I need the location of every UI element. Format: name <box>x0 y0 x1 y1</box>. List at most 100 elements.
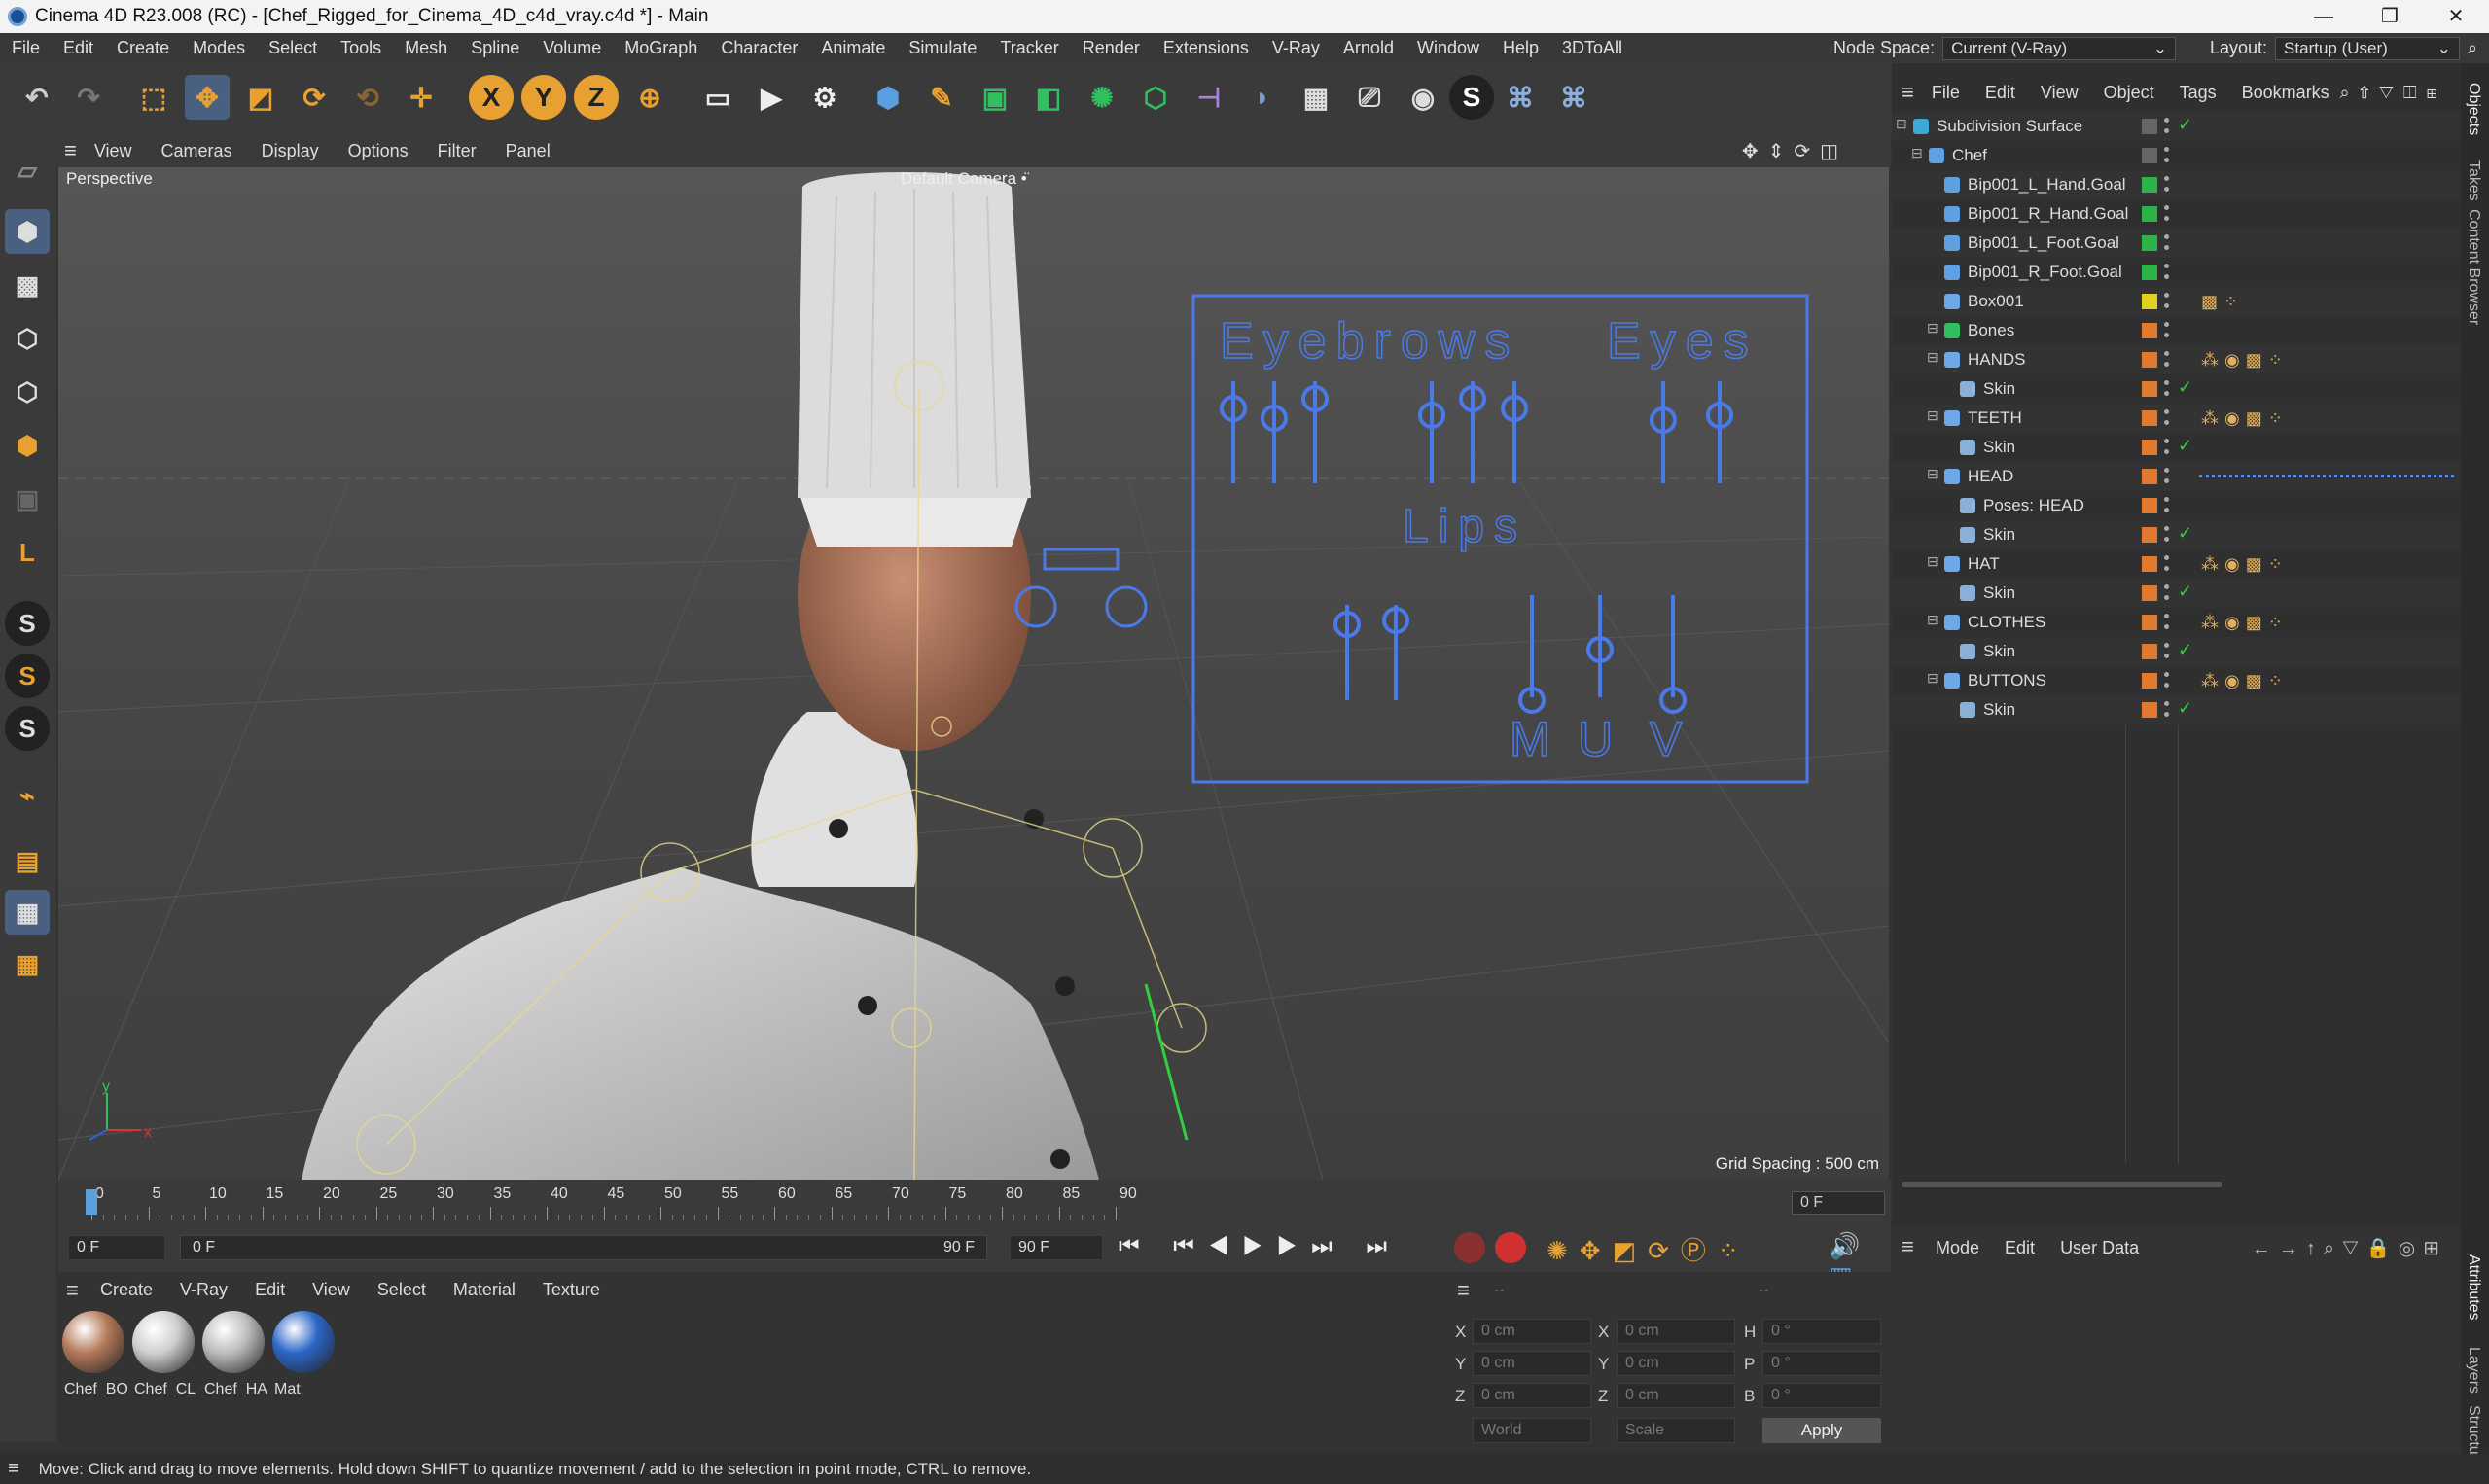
viewport-nav-icons[interactable]: ✥⇕⟳◫ <box>1742 139 1848 163</box>
editor-visibility-dot[interactable] <box>2164 205 2169 210</box>
axis-mode-icon[interactable]: L <box>5 530 50 575</box>
object-menu-file[interactable]: File <box>1932 83 1960 103</box>
editor-visibility-dot[interactable] <box>2164 439 2169 443</box>
render-visibility-dot[interactable] <box>2164 303 2169 308</box>
menu-window[interactable]: Window <box>1405 38 1491 58</box>
editor-visibility-dot[interactable] <box>2164 614 2169 618</box>
hamburger-icon[interactable]: ≡ <box>1457 1278 1470 1303</box>
object-name[interactable]: Bones <box>1968 321 2014 340</box>
tab-content-browser[interactable]: Content Browser <box>2465 209 2482 325</box>
editor-visibility-dot[interactable] <box>2164 380 2169 385</box>
material-menu-v-ray[interactable]: V-Ray <box>180 1280 228 1300</box>
object-name[interactable]: Bip001_L_Hand.Goal <box>1968 175 2126 194</box>
tree-expander[interactable]: ⊟ <box>1927 466 1938 482</box>
hamburger-icon[interactable]: ≡ <box>8 1458 19 1480</box>
attribute-menu-edit[interactable]: Edit <box>2005 1238 2035 1258</box>
deformer-icon[interactable]: ⊣ <box>1187 75 1231 120</box>
hamburger-icon[interactable]: ≡ <box>1902 80 1914 105</box>
layer-color-swatch[interactable] <box>2142 673 2157 689</box>
layer-color-swatch[interactable] <box>2142 615 2157 630</box>
field-icon[interactable]: ◗ <box>1240 75 1285 120</box>
layer-color-swatch[interactable] <box>2142 527 2157 543</box>
timeline-ruler[interactable]: 0 5 10 15 20 25 30 35 40 45 50 55 60 65 70 75 80 85 90 0 F <box>58 1180 1891 1223</box>
render-region-icon[interactable]: ▭ <box>695 75 740 120</box>
attribute-menu-mode[interactable]: Mode <box>1936 1238 1979 1258</box>
camera-name[interactable]: Default Camera •̈ <box>901 169 1027 189</box>
locked-workplane-icon[interactable]: ▦ <box>5 890 50 935</box>
position-z-field[interactable]: 0 cm <box>1473 1383 1591 1408</box>
viewport-menu-filter[interactable]: Filter <box>438 141 477 161</box>
menu-file[interactable]: File <box>0 38 52 58</box>
attribute-nav-icons[interactable]: ←→↑⌕▽🔒◎⊞ <box>2252 1236 2447 1260</box>
close-button[interactable]: ✕ <box>2423 0 2489 33</box>
object-name[interactable]: Box001 <box>1968 292 2024 311</box>
layout-dropdown[interactable]: Startup (User) ⌄ <box>2275 36 2461 60</box>
render-visibility-dot[interactable] <box>2164 391 2169 396</box>
tab-objects[interactable]: Objects <box>2465 83 2482 135</box>
material-swatch[interactable] <box>272 1311 335 1373</box>
floor-icon[interactable]: ▦ <box>1294 75 1338 120</box>
editor-visibility-dot[interactable] <box>2164 409 2169 414</box>
coordinate-mode-dropdown[interactable]: World <box>1473 1418 1591 1443</box>
object-name[interactable]: Poses: HEAD <box>1983 496 2084 515</box>
object-name[interactable]: Skin <box>1983 379 2015 399</box>
scale-tool-icon[interactable]: ◩ <box>238 75 283 120</box>
layer-color-swatch[interactable] <box>2142 352 2157 368</box>
y-axis-icon[interactable]: Y <box>521 75 566 120</box>
light-icon[interactable]: ◉ <box>1401 75 1445 120</box>
layer-color-swatch[interactable] <box>2142 556 2157 572</box>
object-row[interactable]: ⊟ Bones <box>1892 316 2461 345</box>
model-mode-icon[interactable]: ⬢ <box>5 209 50 254</box>
snap-icon[interactable]: S <box>5 601 50 646</box>
x-axis-icon[interactable]: X <box>469 75 514 120</box>
menu-simulate[interactable]: Simulate <box>897 38 988 58</box>
object-row[interactable]: Box001 ▩⁘ <box>1892 287 2461 316</box>
layer-color-swatch[interactable] <box>2142 148 2157 163</box>
editor-visibility-dot[interactable] <box>2164 584 2169 589</box>
object-row[interactable]: Bip001_R_Foot.Goal <box>1892 258 2461 287</box>
position-x-field[interactable]: 0 cm <box>1473 1319 1591 1344</box>
object-row[interactable]: Skin ✓ <box>1892 433 2461 462</box>
editor-visibility-dot[interactable] <box>2164 497 2169 502</box>
tab-takes[interactable]: Takes <box>2465 160 2482 201</box>
object-row[interactable]: ⊟ BUTTONS ⁂◉▩⁘ <box>1892 666 2461 695</box>
menu-arnold[interactable]: Arnold <box>1332 38 1405 58</box>
material-menu-create[interactable]: Create <box>100 1280 153 1300</box>
layer-color-swatch[interactable] <box>2142 323 2157 338</box>
tree-expander[interactable]: ⊟ <box>1927 553 1938 570</box>
material-menu-texture[interactable]: Texture <box>543 1280 600 1300</box>
coordinate-system-icon[interactable]: ⊕ <box>627 75 672 120</box>
render-visibility-dot[interactable] <box>2164 274 2169 279</box>
object-menu-view[interactable]: View <box>2041 83 2079 103</box>
layer-color-swatch[interactable] <box>2142 119 2157 134</box>
object-row[interactable]: Bip001_R_Hand.Goal <box>1892 199 2461 229</box>
menu-modes[interactable]: Modes <box>181 38 257 58</box>
menu-character[interactable]: Character <box>709 38 809 58</box>
keyframe-tools[interactable]: ✺✥◩⟳Ⓟ⁘ <box>1547 1231 1751 1267</box>
end-frame-field[interactable]: 90 F <box>1010 1235 1103 1260</box>
workplane-snap-icon[interactable]: S <box>5 706 50 751</box>
layer-color-swatch[interactable] <box>2142 206 2157 222</box>
menu-volume[interactable]: Volume <box>531 38 613 58</box>
object-menu-edit[interactable]: Edit <box>1985 83 2015 103</box>
menu-3dtoall[interactable]: 3DToAll <box>1550 38 1634 58</box>
menu-help[interactable]: Help <box>1491 38 1550 58</box>
frame-range-slider[interactable]: 0 F 90 F <box>180 1235 987 1260</box>
hamburger-icon[interactable]: ≡ <box>1902 1234 1914 1259</box>
render-visibility-dot[interactable] <box>2164 595 2169 600</box>
object-name[interactable]: CLOTHES <box>1968 613 2045 632</box>
tree-expander[interactable]: ⊟ <box>1927 670 1938 687</box>
editor-visibility-dot[interactable] <box>2164 672 2169 677</box>
menu-v-ray[interactable]: V-Ray <box>1261 38 1332 58</box>
menu-tools[interactable]: Tools <box>329 38 393 58</box>
points-mode-icon[interactable]: ⬡ <box>5 316 50 361</box>
apply-button[interactable]: Apply <box>1762 1418 1881 1443</box>
menu-select[interactable]: Select <box>257 38 329 58</box>
minimize-button[interactable]: — <box>2291 0 2357 33</box>
size-mode-dropdown[interactable]: Scale <box>1617 1418 1735 1443</box>
enabled-check-icon[interactable]: ✓ <box>2178 640 2192 660</box>
object-menu-object[interactable]: Object <box>2104 83 2154 103</box>
object-name[interactable]: HEAD <box>1968 467 2013 486</box>
redo-icon[interactable]: ↷ <box>66 75 111 120</box>
node-space-dropdown[interactable]: Current (V-Ray) ⌄ <box>1942 36 2177 60</box>
